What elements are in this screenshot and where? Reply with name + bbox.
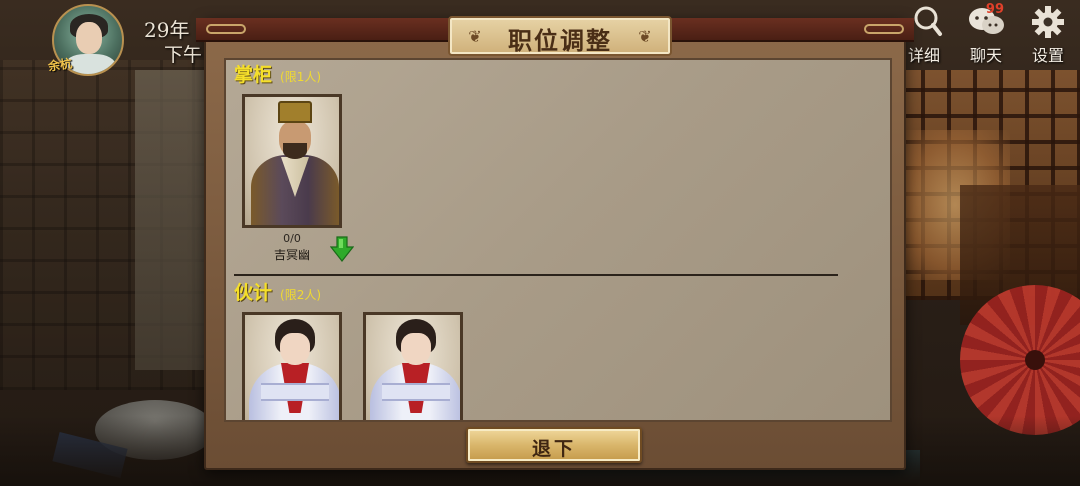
- portrait-face: [280, 333, 310, 365]
- portrait-face: [401, 333, 431, 365]
- gear-icon: [1028, 4, 1068, 40]
- manager-card[interactable]: [242, 94, 342, 228]
- section-limit: (限2人): [280, 288, 322, 302]
- portrait-arms: [382, 383, 450, 401]
- chat-icon: 99: [966, 2, 1006, 40]
- clerk-card[interactable]: [363, 312, 463, 420]
- dialog-body: 掌柜 (限1人) 0/0 吉冥幽 伙计 (限2人): [224, 58, 892, 422]
- swirl-ornament-icon: ❦: [468, 27, 482, 46]
- portrait-beard: [283, 143, 307, 159]
- dialog-title: 职位调整: [508, 26, 612, 55]
- chat-unread-badge: 99: [985, 2, 1004, 17]
- section-title: 伙计: [234, 282, 273, 304]
- swirl-ornament-icon: [206, 24, 246, 34]
- dismiss-button[interactable]: 退下: [466, 427, 642, 463]
- section-title: 掌柜: [234, 64, 273, 86]
- background-scroll-painting: [135, 70, 205, 370]
- manager-stat: 0/0: [283, 232, 301, 245]
- portrait-arms: [261, 383, 329, 401]
- avatar-face: [76, 22, 102, 54]
- settings-button[interactable]: 设置: [1020, 4, 1076, 65]
- position-adjust-dialog: 掌柜 (限1人) 0/0 吉冥幽 伙计 (限2人) ❦ 职位调整 ❦ 退下: [196, 16, 914, 470]
- chat-label: 聊天: [969, 46, 1002, 65]
- clerk-card[interactable]: [242, 312, 342, 420]
- settings-label: 设置: [1031, 46, 1064, 65]
- section-manager-header: 掌柜 (限1人): [234, 60, 321, 87]
- dialog-title-plaque: ❦ 职位调整 ❦: [448, 16, 672, 56]
- dismiss-label: 退下: [531, 438, 576, 460]
- section-divider: [234, 274, 838, 276]
- portrait-hat: [278, 101, 312, 123]
- down-arrow-icon[interactable]: [329, 236, 355, 262]
- section-limit: (限1人): [280, 70, 322, 84]
- manager-name: 吉冥幽: [273, 248, 310, 262]
- game-time: 下午: [164, 44, 203, 66]
- section-clerk-header: 伙计 (限2人): [234, 278, 321, 305]
- chat-button[interactable]: 99 聊天: [958, 2, 1014, 65]
- swirl-ornament-icon: ❦: [638, 27, 652, 46]
- player-name: 余杭: [47, 56, 73, 74]
- swirl-ornament-icon: [864, 24, 904, 34]
- game-date: 29年: [144, 18, 190, 42]
